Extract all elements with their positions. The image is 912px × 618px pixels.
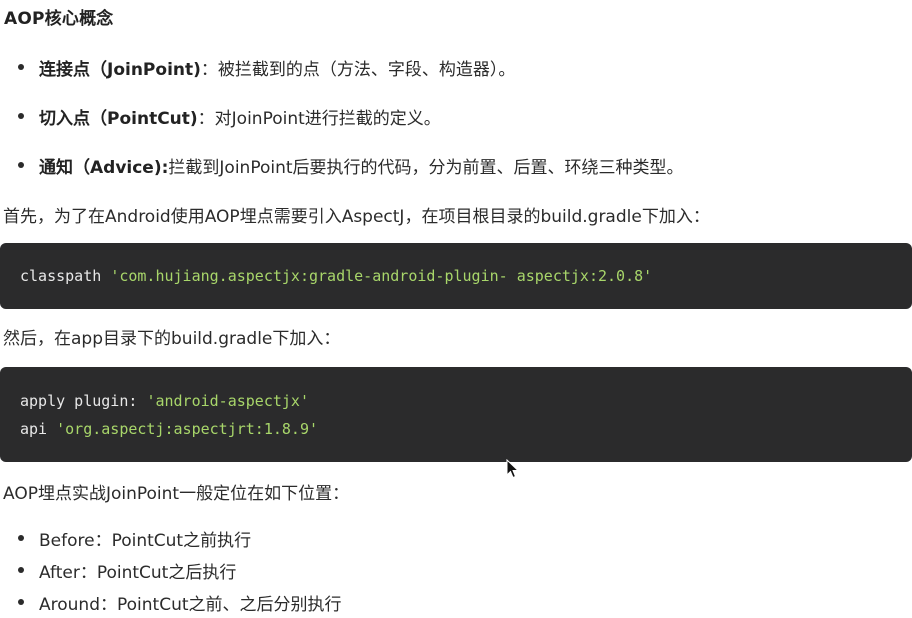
intro-paragraph: 首先，为了在Android使用AOP埋点需要引入AspectJ，在项目根目录的b… (3, 207, 710, 227)
bullet-dot-icon (18, 567, 24, 573)
bullet-dot-icon (18, 113, 24, 119)
mouse-pointer-icon (506, 459, 520, 479)
concept-term: 切入点（PointCut) (39, 109, 198, 129)
concept-term: 通知（Advice): (39, 158, 169, 178)
code-block-classpath[interactable]: classpath 'com.hujiang.aspectjx:gradle-a… (0, 243, 912, 309)
bullet-dot-icon (18, 535, 24, 541)
code-line: api 'org.aspectj:aspectjrt:1.8.9' (20, 420, 318, 438)
section-heading: AOP核心概念 (4, 9, 114, 29)
code-keyword: apply plugin: (20, 392, 147, 410)
concept-desc: ：被拦截到的点（方法、字段、构造器）。 (200, 60, 516, 80)
concept-desc: 拦截到JoinPoint后要执行的代码，分为前置、后置、环绕三种类型。 (168, 158, 684, 178)
concept-desc: ：对JoinPoint进行拦截的定义。 (197, 109, 441, 129)
article-page: AOP核心概念 连接点（JoinPoint)：被拦截到的点（方法、字段、构造器）… (0, 0, 912, 618)
joinpoint-paragraph: AOP埋点实战JoinPoint一般定位在如下位置： (3, 484, 350, 504)
code-string: 'android-aspectjx' (146, 392, 309, 410)
code-string: 'org.aspectj:aspectjrt:1.8.9' (56, 420, 319, 438)
app-gradle-paragraph: 然后，在app目录下的build.gradle下加入： (3, 329, 341, 349)
code-line: classpath 'com.hujiang.aspectjx:gradle-a… (20, 267, 652, 285)
code-string: 'com.hujiang.aspectjx:gradle-android-plu… (110, 267, 653, 285)
bullet-dot-icon (18, 599, 24, 605)
code-keyword: api (20, 420, 57, 438)
concept-term: 连接点（JoinPoint) (39, 60, 201, 80)
code-block-apply-plugin[interactable]: apply plugin: 'android-aspectjx' api 'or… (0, 367, 912, 462)
bullet-dot-icon (18, 64, 24, 70)
code-line: apply plugin: 'android-aspectjx' (20, 392, 309, 410)
code-keyword: classpath (20, 267, 111, 285)
bullet-dot-icon (18, 162, 24, 168)
